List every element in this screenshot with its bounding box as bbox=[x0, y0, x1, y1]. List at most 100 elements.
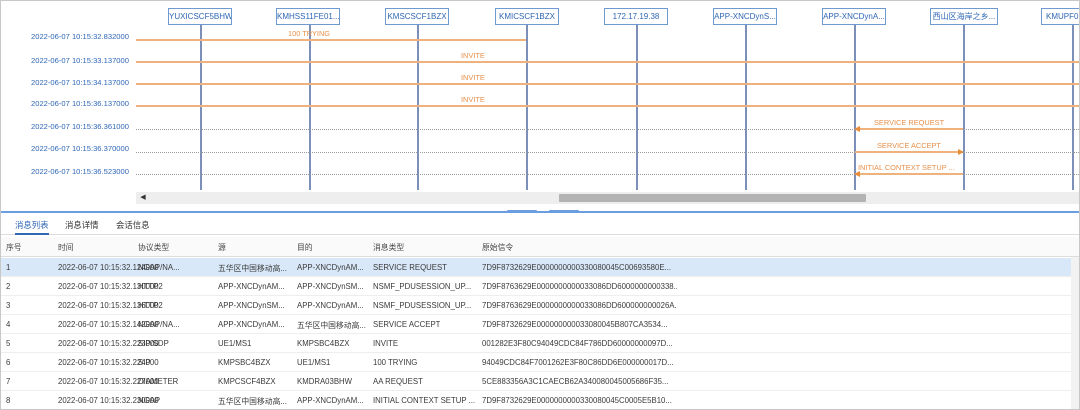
column-header[interactable]: 消息类型 bbox=[373, 242, 404, 253]
table-row[interactable]: 1 2022-06-07 10:15:32.124000 NGAP/NA... … bbox=[1, 258, 1079, 277]
node-header[interactable]: KMHSS11FE01... bbox=[276, 8, 340, 25]
message-label[interactable]: INITIAL CONTEXT SETUP ... bbox=[858, 163, 955, 172]
table-row[interactable]: 6 2022-06-07 10:15:32.224000 SIP KMPSBC4… bbox=[1, 353, 1079, 372]
cell-message-type: AA REQUEST bbox=[373, 377, 423, 386]
cell-message-type: SERVICE REQUEST bbox=[373, 263, 447, 272]
cell-protocol: HTTP2 bbox=[138, 282, 163, 291]
cell-destination: APP-XNCDynSM... bbox=[297, 282, 364, 291]
cell-destination: APP-XNCDynAM... bbox=[297, 263, 364, 272]
arrow-left-icon bbox=[854, 126, 860, 132]
detail-tabs: 消息列表 消息详情 会话信息 bbox=[1, 215, 1079, 235]
message-arrow[interactable] bbox=[859, 173, 963, 175]
node-header[interactable]: YUXICSCF5BHW bbox=[168, 8, 232, 25]
message-label[interactable]: 100 TRYING bbox=[288, 29, 330, 38]
message-label[interactable]: SERVICE REQUEST bbox=[874, 118, 944, 127]
cell-destination: APP-XNCDynAM... bbox=[297, 301, 364, 310]
lifeline bbox=[636, 25, 638, 190]
tab-session-info[interactable]: 会话信息 bbox=[116, 218, 150, 235]
table-header: 序号 时间 协议类型 源 目的 消息类型 原始信令 bbox=[1, 237, 1079, 257]
node-header[interactable]: 西山区海岸之乡... bbox=[930, 8, 998, 25]
cell-source: UE1/MS1 bbox=[218, 339, 252, 348]
scrollbar-thumb[interactable] bbox=[559, 194, 866, 202]
table-row[interactable]: 3 2022-06-07 10:15:32.136000 HTTP2 APP-X… bbox=[1, 296, 1079, 315]
table-row[interactable]: 2 2022-06-07 10:15:32.130000 HTTP2 APP-X… bbox=[1, 277, 1079, 296]
row-timestamp: 2022-06-07 10:15:36.370000 bbox=[31, 144, 129, 153]
node-header[interactable]: 172.17.19.38 bbox=[604, 8, 668, 25]
cell-message-type: INVITE bbox=[373, 339, 399, 348]
cell-source: APP-XNCDynSM... bbox=[218, 301, 285, 310]
tab-message-detail[interactable]: 消息详情 bbox=[65, 218, 99, 235]
cell-message-type: INITIAL CONTEXT SETUP ... bbox=[373, 396, 476, 405]
cell-raw-signaling: 94049CDC84F7001262E3F80C86DD6E000000017D… bbox=[482, 358, 674, 367]
tab-message-list[interactable]: 消息列表 bbox=[15, 218, 49, 235]
node-header[interactable]: KMSCSCF1BZX bbox=[385, 8, 449, 25]
table-row[interactable]: 5 2022-06-07 10:15:32.223000 SIP/SDP UE1… bbox=[1, 334, 1079, 353]
column-header[interactable]: 序号 bbox=[6, 242, 22, 253]
message-label[interactable]: INVITE bbox=[461, 73, 485, 82]
cell-source: KMPCSCF4BZX bbox=[218, 377, 276, 386]
message-label[interactable]: INVITE bbox=[461, 95, 485, 104]
cell-source: APP-XNCDynAM... bbox=[218, 320, 285, 329]
message-label[interactable]: SERVICE ACCEPT bbox=[877, 141, 941, 150]
table-row[interactable]: 7 2022-06-07 10:15:32.227000 DIAMETER KM… bbox=[1, 372, 1079, 391]
lifeline bbox=[417, 25, 419, 190]
cell-protocol: HTTP2 bbox=[138, 301, 163, 310]
cell-destination: APP-XNCDynAM... bbox=[297, 396, 364, 405]
horizontal-scrollbar[interactable]: ◀ bbox=[136, 192, 1079, 204]
cell-seq: 6 bbox=[6, 358, 11, 367]
cell-protocol: DIAMETER bbox=[138, 377, 179, 386]
lifeline bbox=[963, 25, 965, 190]
row-timestamp: 2022-06-07 10:15:33.137000 bbox=[31, 56, 129, 65]
cell-destination: UE1/MS1 bbox=[297, 358, 331, 367]
cell-protocol: NGAP/NA... bbox=[138, 320, 180, 329]
column-header[interactable]: 目的 bbox=[297, 242, 313, 253]
cell-seq: 1 bbox=[6, 263, 11, 272]
cell-protocol: SIP bbox=[138, 358, 151, 367]
triangle-left-icon[interactable]: ◀ bbox=[138, 192, 148, 204]
message-arrow[interactable] bbox=[136, 61, 1079, 63]
cell-destination: KMDRA03BHW bbox=[297, 377, 353, 386]
table-row[interactable]: 4 2022-06-07 10:15:32.142000 NGAP/NA... … bbox=[1, 315, 1079, 334]
node-header[interactable]: KMICSCF1BZX bbox=[495, 8, 559, 25]
cell-raw-signaling: 7D9F8732629E0000000000330080045C00693580… bbox=[482, 263, 672, 272]
message-arrow[interactable] bbox=[855, 151, 958, 153]
message-arrow[interactable] bbox=[859, 128, 963, 130]
cell-source: 五华区中国移动高... bbox=[218, 397, 287, 406]
cell-raw-signaling: 7D9F8732629E0000000000330080045C0005E5B1… bbox=[482, 396, 672, 405]
cell-source: APP-XNCDynAM... bbox=[218, 282, 285, 291]
cell-seq: 2 bbox=[6, 282, 11, 291]
lifeline bbox=[200, 25, 202, 190]
cell-raw-signaling: 7D9F8732629E000000000033080045B807CA3534… bbox=[482, 320, 668, 329]
cell-message-type: SERVICE ACCEPT bbox=[373, 320, 441, 329]
cell-destination: 五华区中国移动高... bbox=[297, 321, 366, 330]
node-header[interactable]: APP-XNCDynS... bbox=[713, 8, 777, 25]
cell-protocol: NGAP bbox=[138, 396, 161, 405]
row-timestamp: 2022-06-07 10:15:34.137000 bbox=[31, 78, 129, 87]
column-header[interactable]: 协议类型 bbox=[138, 242, 169, 253]
cell-seq: 8 bbox=[6, 396, 11, 405]
splitter-handle[interactable] bbox=[507, 209, 579, 214]
message-arrow[interactable] bbox=[136, 83, 1079, 85]
lifeline bbox=[309, 25, 311, 190]
lifeline bbox=[526, 25, 528, 190]
column-header[interactable]: 源 bbox=[218, 242, 226, 253]
arrow-right-icon bbox=[958, 149, 964, 155]
cell-raw-signaling: 7D9F8763629E0000000000033086DD6000000000… bbox=[482, 282, 677, 291]
table-row[interactable]: 8 2022-06-07 10:15:32.230000 NGAP 五华区中国移… bbox=[1, 391, 1079, 409]
column-header[interactable]: 原始信令 bbox=[482, 242, 513, 253]
message-table: 序号 时间 协议类型 源 目的 消息类型 原始信令 1 2022-06-07 1… bbox=[1, 237, 1079, 409]
cell-source: 五华区中国移动高... bbox=[218, 264, 287, 273]
message-label[interactable]: INVITE bbox=[461, 51, 485, 60]
node-header[interactable]: KMUPF0 bbox=[1041, 8, 1079, 25]
message-arrow[interactable] bbox=[136, 39, 526, 41]
row-timestamp: 2022-06-07 10:15:36.137000 bbox=[31, 99, 129, 108]
column-header[interactable]: 时间 bbox=[58, 242, 74, 253]
message-arrow[interactable] bbox=[136, 105, 1079, 107]
row-timestamp: 2022-06-07 10:15:36.523000 bbox=[31, 167, 129, 176]
vertical-scrollbar[interactable] bbox=[1071, 257, 1079, 409]
node-header[interactable]: APP-XNCDynA... bbox=[822, 8, 886, 25]
cell-seq: 7 bbox=[6, 377, 11, 386]
cell-message-type: NSMF_PDUSESSION_UP... bbox=[373, 282, 472, 291]
cell-seq: 5 bbox=[6, 339, 11, 348]
sequence-diagram: YUXICSCF5BHW KMHSS11FE01... KMSCSCF1BZX … bbox=[1, 1, 1079, 209]
